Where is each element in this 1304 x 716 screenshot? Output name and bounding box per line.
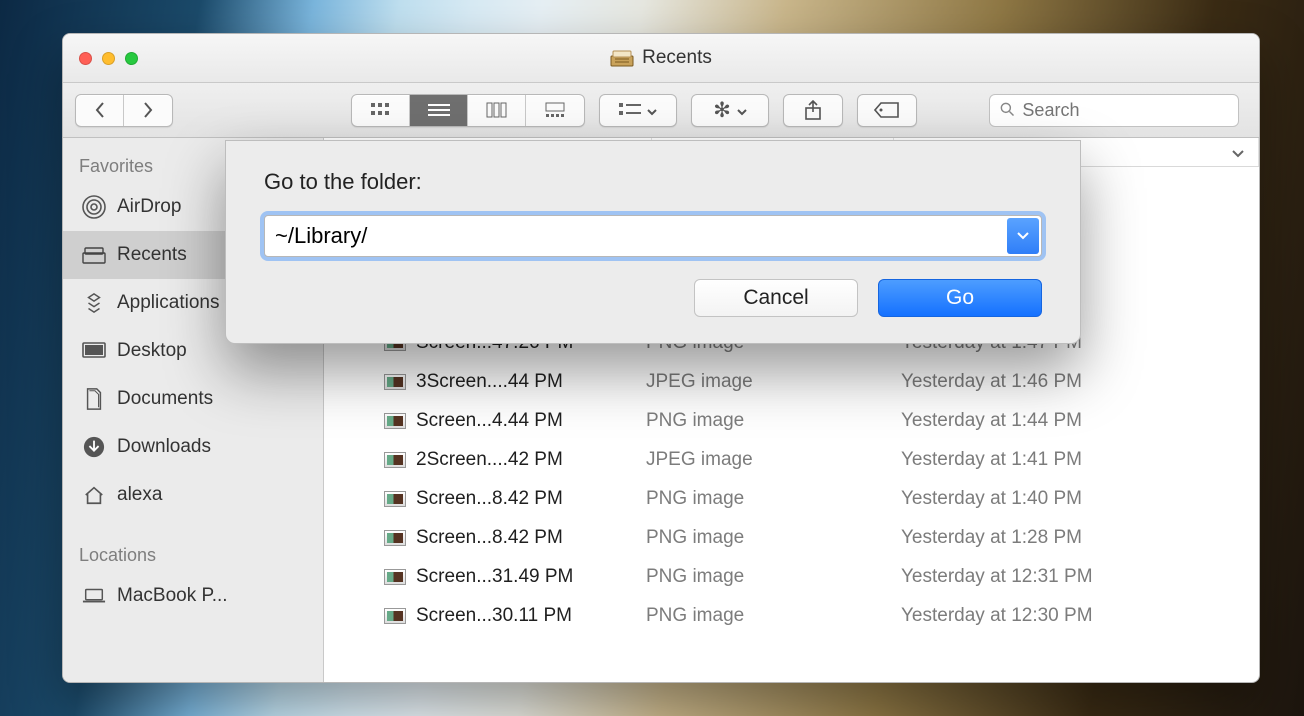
go-to-folder-field-wrapper (264, 215, 1042, 257)
file-kind: PNG image (646, 566, 901, 588)
desktop-icon (81, 339, 107, 363)
sidebar-item-alexa[interactable]: alexa (63, 471, 323, 519)
documents-icon (81, 387, 107, 411)
group-by-button[interactable] (599, 94, 677, 127)
file-row[interactable]: Screen...31.49 PMPNG imageYesterday at 1… (324, 557, 1259, 596)
sidebar-item-label: Documents (117, 388, 213, 410)
sidebar-item-label: Recents (117, 244, 187, 266)
recents-icon (81, 243, 107, 267)
sidebar-item-label: Applications (117, 292, 219, 314)
laptop-icon (81, 584, 107, 608)
sidebar-item-label: AirDrop (117, 196, 181, 218)
file-name: Screen...31.49 PM (416, 566, 646, 588)
icon-view-button[interactable] (352, 95, 410, 126)
file-date-modified: Yesterday at 1:28 PM (901, 527, 1082, 549)
go-to-folder-dialog: Go to the folder: Cancel Go (225, 140, 1081, 344)
search-input[interactable] (1022, 100, 1228, 121)
file-kind: PNG image (646, 488, 901, 510)
chevron-down-icon (737, 100, 747, 121)
share-button[interactable] (783, 94, 843, 127)
search-icon (1000, 102, 1014, 118)
file-date-modified: Yesterday at 12:31 PM (901, 566, 1093, 588)
column-view-button[interactable] (468, 95, 526, 126)
minimize-window-button[interactable] (102, 52, 115, 65)
file-kind: JPEG image (646, 371, 901, 393)
back-button[interactable] (76, 95, 124, 126)
file-name: 2Screen....42 PM (416, 449, 646, 471)
forward-button[interactable] (124, 95, 172, 126)
sidebar-item-label: MacBook P... (117, 585, 228, 607)
sidebar-section-locations: Locations (63, 541, 323, 572)
file-name: Screen...30.11 PM (416, 605, 646, 627)
file-name: Screen...8.42 PM (416, 488, 646, 510)
file-row[interactable]: Screen...30.11 PMPNG imageYesterday at 1… (324, 596, 1259, 635)
file-kind: PNG image (646, 605, 901, 627)
sidebar-item-label: Desktop (117, 340, 187, 362)
sidebar-item-documents[interactable]: Documents (63, 375, 323, 423)
file-name: Screen...8.42 PM (416, 527, 646, 549)
tag-icon (874, 101, 900, 119)
file-kind: JPEG image (646, 449, 901, 471)
file-date-modified: Yesterday at 1:46 PM (901, 371, 1082, 393)
share-icon (804, 100, 822, 120)
action-menu-button[interactable]: ✻ (691, 94, 769, 127)
toolbar: ✻ (63, 83, 1259, 138)
view-mode-buttons (351, 94, 585, 127)
sidebar-item-macbook-p-[interactable]: MacBook P... (63, 572, 323, 620)
title-bar: Recents (63, 34, 1259, 83)
window-controls (79, 52, 138, 65)
recents-icon (610, 49, 634, 67)
file-thumbnail-icon (384, 452, 406, 468)
sidebar-item-downloads[interactable]: Downloads (63, 423, 323, 471)
airdrop-icon (81, 195, 107, 219)
search-field-wrapper (989, 94, 1239, 127)
file-row[interactable]: Screen...8.42 PMPNG imageYesterday at 1:… (324, 518, 1259, 557)
tags-button[interactable] (857, 94, 917, 127)
file-date-modified: Yesterday at 1:40 PM (901, 488, 1082, 510)
path-dropdown-button[interactable] (1007, 218, 1039, 254)
gallery-view-button[interactable] (526, 95, 584, 126)
nav-buttons (75, 94, 173, 127)
home-icon (81, 483, 107, 507)
file-row[interactable]: Screen...4.44 PMPNG imageYesterday at 1:… (324, 401, 1259, 440)
file-thumbnail-icon (384, 608, 406, 624)
chevron-down-icon (1017, 232, 1029, 240)
list-view-button[interactable] (410, 95, 468, 126)
go-button[interactable]: Go (878, 279, 1042, 317)
file-thumbnail-icon (384, 530, 406, 546)
file-name: 3Screen....44 PM (416, 371, 646, 393)
file-date-modified: Yesterday at 12:30 PM (901, 605, 1093, 627)
file-thumbnail-icon (384, 413, 406, 429)
downloads-icon (81, 435, 107, 459)
file-thumbnail-icon (384, 569, 406, 585)
chevron-down-icon (647, 100, 657, 121)
close-window-button[interactable] (79, 52, 92, 65)
finder-window: Recents (62, 33, 1260, 683)
file-thumbnail-icon (384, 491, 406, 507)
file-thumbnail-icon (384, 374, 406, 390)
file-kind: PNG image (646, 410, 901, 432)
applications-icon (81, 291, 107, 315)
columns-menu-button[interactable] (1231, 146, 1245, 164)
go-to-folder-label: Go to the folder: (264, 169, 1042, 195)
file-date-modified: Yesterday at 1:44 PM (901, 410, 1082, 432)
window-title-text: Recents (642, 47, 712, 69)
zoom-window-button[interactable] (125, 52, 138, 65)
file-kind: PNG image (646, 527, 901, 549)
file-row[interactable]: 2Screen....42 PMJPEG imageYesterday at 1… (324, 440, 1259, 479)
file-row[interactable]: Screen...8.42 PMPNG imageYesterday at 1:… (324, 479, 1259, 518)
file-date-modified: Yesterday at 1:41 PM (901, 449, 1082, 471)
file-row[interactable]: 3Screen....44 PMJPEG imageYesterday at 1… (324, 362, 1259, 401)
sidebar-item-label: alexa (117, 484, 162, 506)
window-title: Recents (63, 47, 1259, 69)
go-to-folder-input[interactable] (264, 215, 1042, 257)
sidebar-item-label: Downloads (117, 436, 211, 458)
gear-icon: ✻ (713, 98, 731, 123)
cancel-button[interactable]: Cancel (694, 279, 858, 317)
file-name: Screen...4.44 PM (416, 410, 646, 432)
